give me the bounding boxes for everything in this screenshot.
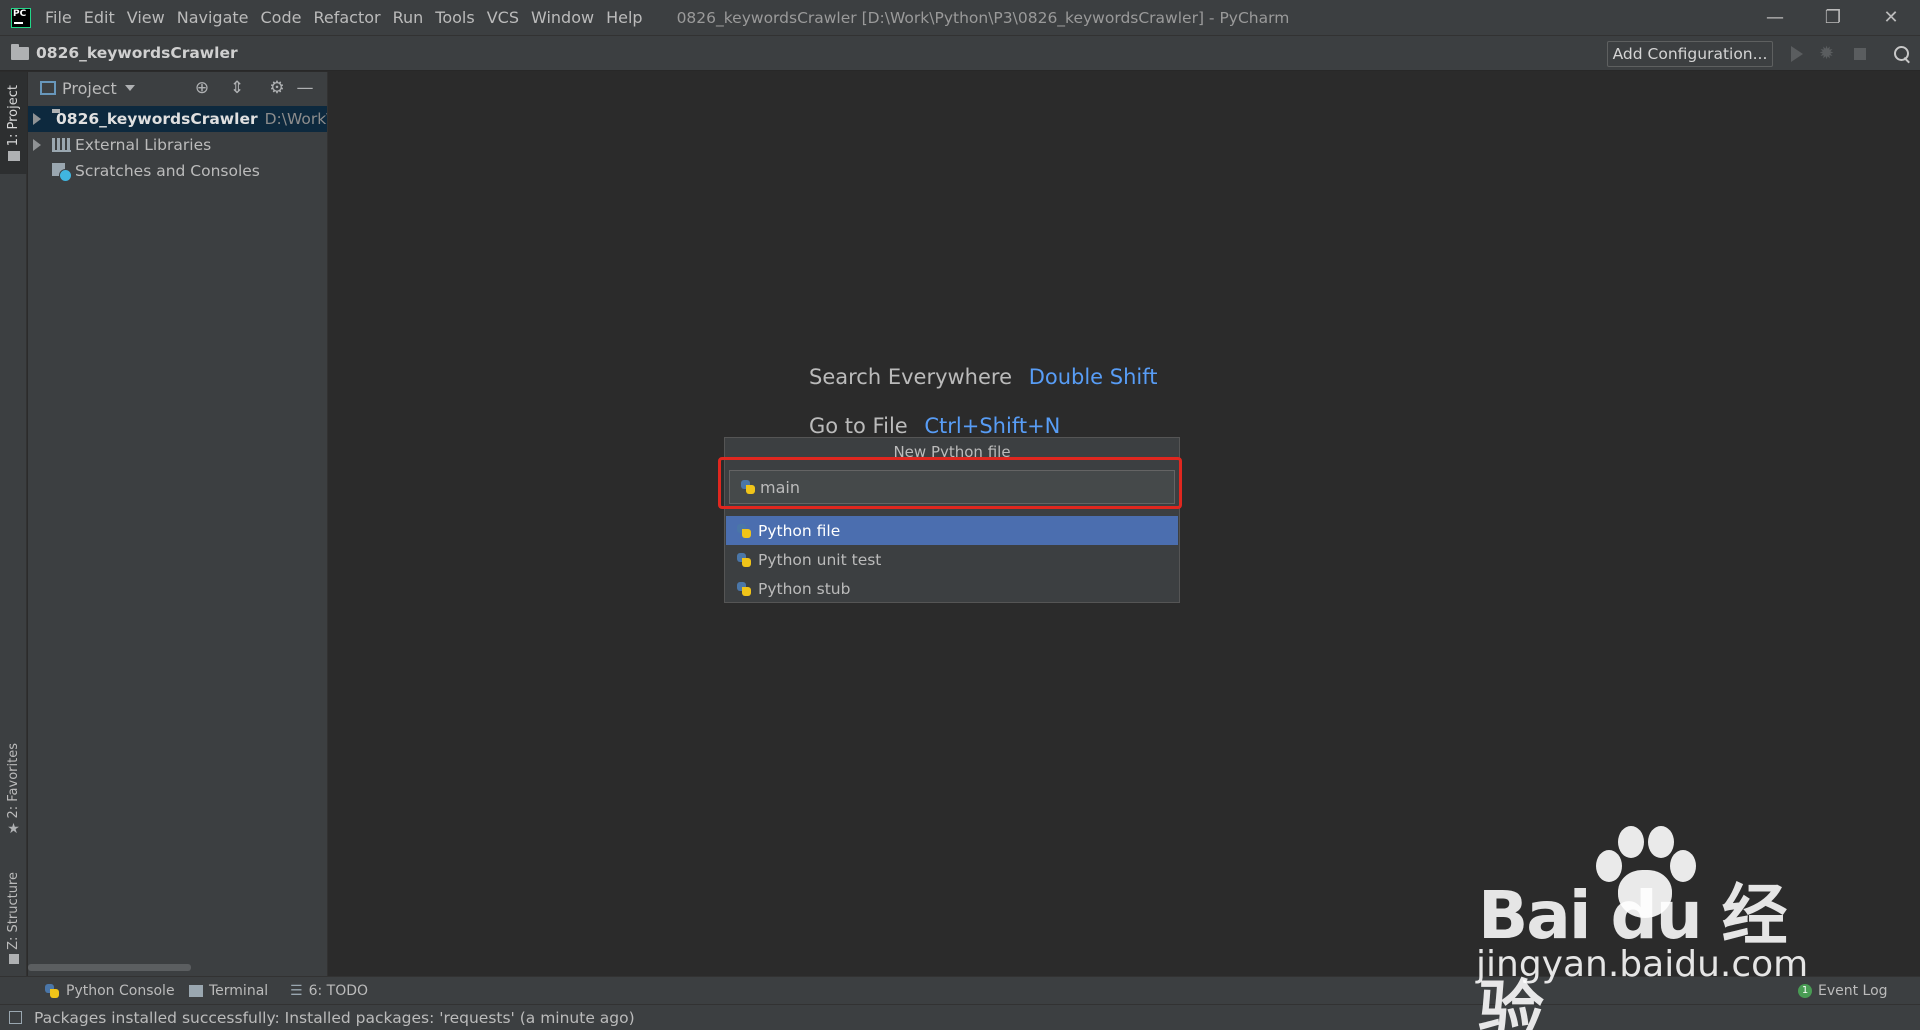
popup-title: New Python file [893,443,1011,461]
expand-arrow-icon[interactable] [33,113,41,125]
menu-vcs[interactable]: VCS [481,0,525,35]
menu-view[interactable]: View [121,0,171,35]
tool-tab-project-label: 1: Project [6,85,21,147]
python-console-icon [44,983,60,999]
baidu-watermark: Bai du 经验 jingyan.baidu.com [1470,820,1830,1030]
tab-todo[interactable]: ☰ 6: TODO [290,977,368,1005]
menu-code[interactable]: Code [255,0,308,35]
tool-tab-structure-label: Z: Structure [6,872,21,950]
structure-icon [8,953,19,964]
terminal-icon [189,984,203,997]
list-icon: ☰ [290,982,303,999]
option-label: Python file [758,521,841,540]
hint-go-to-file: Go to File Ctrl+Shift+N [809,414,1060,438]
library-icon [52,138,71,152]
menu-tools[interactable]: Tools [429,0,480,35]
menu-file[interactable]: File [39,0,78,35]
left-tool-stripe: 1: Project 2: Favorites ★ Z: Structure [0,72,27,976]
hint-text: Go to File [809,414,908,438]
tree-item-project-root[interactable]: 0826_keywordsCrawler D:\Work\Python\P3\0… [28,106,327,132]
debug-icon[interactable] [1819,43,1837,64]
project-panel: Project ⊕ ⇕ ⚙ — 0826_keywordsCrawler D:\… [28,72,328,976]
tree-item-path: D:\Work\Python\P3\0826_keywordsCrawler [264,110,327,128]
tab-label: Terminal [209,982,269,999]
option-python-file[interactable]: Python file [726,516,1178,545]
hint-text: Search Everywhere [809,365,1012,389]
navigation-bar: 0826_keywordsCrawler Add Configuration..… [0,35,1920,71]
search-icon[interactable] [1893,45,1911,63]
tree-item-label: Scratches and Consoles [75,162,260,180]
menu-navigate[interactable]: Navigate [171,0,255,35]
hide-panel-icon[interactable]: — [296,79,314,97]
collapse-all-icon[interactable]: ⇕ [228,79,246,97]
tab-terminal[interactable]: Terminal [189,977,268,1005]
add-configuration-button[interactable]: Add Configuration... [1607,41,1773,67]
gear-icon[interactable]: ⚙ [268,79,286,97]
minimize-window-button[interactable]: — [1746,0,1804,35]
option-label: Python stub [758,579,851,598]
menu-window[interactable]: Window [525,0,600,35]
horizontal-scrollbar[interactable] [28,964,191,971]
tool-tab-structure[interactable]: Z: Structure [0,862,27,974]
tool-tab-favorites[interactable]: 2: Favorites ★ [0,740,27,840]
run-icon[interactable] [1787,45,1805,63]
menu-help[interactable]: Help [600,0,648,35]
tab-label: Python Console [66,982,175,999]
menu-edit[interactable]: Edit [78,0,121,35]
pycharm-logo-icon [11,7,31,28]
tree-item-scratches[interactable]: Scratches and Consoles [28,158,327,184]
tree-item-external-libraries[interactable]: External Libraries [28,132,327,158]
project-panel-header: Project ⊕ ⇕ ⚙ — [28,72,327,104]
tab-label: 6: TODO [308,982,369,999]
folder-icon [11,43,29,60]
tree-item-label: 0826_keywordsCrawler [56,110,258,128]
restore-window-button[interactable]: ❐ [1804,0,1862,35]
option-label: Python unit test [758,550,882,569]
project-view-icon [40,81,56,95]
menu-refactor[interactable]: Refactor [307,0,386,35]
watermark-url: jingyan.baidu.com [1476,944,1809,985]
window-title: 0826_keywordsCrawler [D:\Work\Python\P3\… [676,8,1290,27]
tree-item-label: External Libraries [75,136,212,154]
tab-python-console[interactable]: Python Console [44,977,175,1005]
hint-shortcut: Ctrl+Shift+N [924,414,1061,438]
python-file-icon [736,581,752,597]
close-window-button[interactable]: ✕ [1862,0,1920,35]
tool-tab-project[interactable]: 1: Project [0,72,27,174]
folder-icon [7,150,20,161]
title-bar: File Edit View Navigate Code Refactor Ru… [0,0,1920,35]
locate-file-icon[interactable]: ⊕ [193,79,211,97]
file-name-input[interactable] [760,477,1160,497]
hint-search-everywhere: Search Everywhere Double Shift [809,365,1158,389]
chevron-down-icon[interactable] [124,85,135,91]
python-file-icon [736,552,752,568]
scratches-icon [52,162,72,182]
breadcrumb-project[interactable]: 0826_keywordsCrawler [36,44,238,62]
file-name-field[interactable] [729,470,1175,504]
hint-shortcut: Double Shift [1028,365,1158,389]
expand-arrow-icon[interactable] [33,139,41,151]
stop-icon[interactable] [1851,45,1869,63]
new-python-file-popup: New Python file Python file Python unit … [724,437,1180,603]
status-message[interactable]: Packages installed successfully: Install… [34,1009,635,1027]
project-view-selector[interactable]: Project [62,79,117,98]
tool-tab-favorites-label: 2: Favorites [6,742,21,819]
python-file-icon [740,479,756,495]
menu-run[interactable]: Run [387,0,430,35]
option-python-stub[interactable]: Python stub [726,574,1178,603]
star-icon: ★ [7,821,20,838]
option-python-unit-test[interactable]: Python unit test [726,545,1178,574]
python-file-icon [736,523,752,539]
toggle-tool-windows-icon[interactable] [9,1011,22,1024]
